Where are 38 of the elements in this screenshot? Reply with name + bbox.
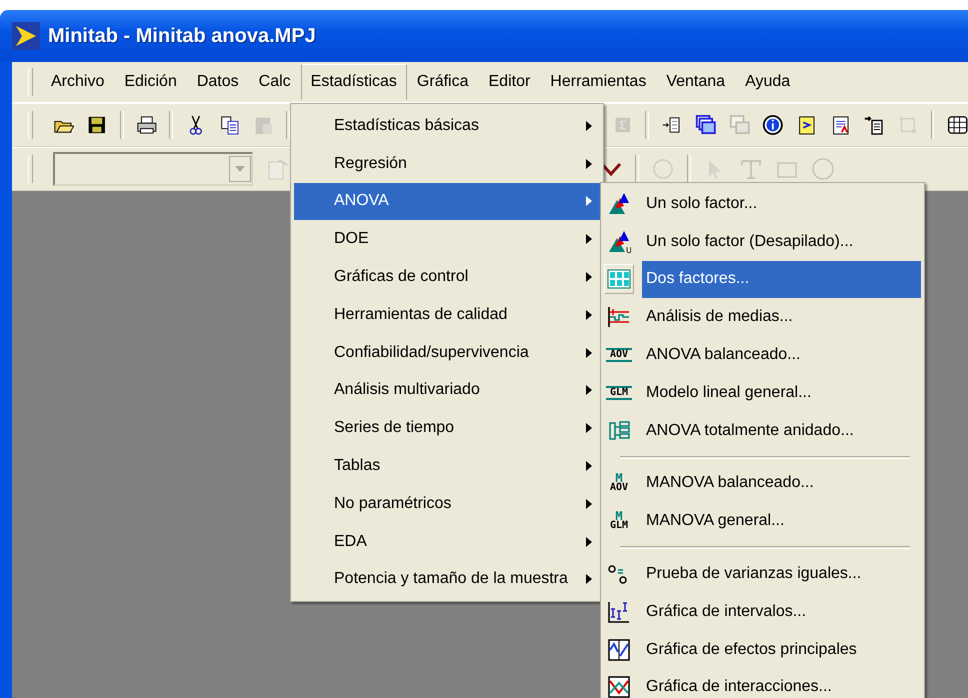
menu-item[interactable]: Herramientas de calidad bbox=[294, 296, 600, 334]
window-title: Minitab - Minitab anova.MPJ bbox=[48, 24, 316, 48]
menu-item[interactable]: Regresión bbox=[294, 144, 600, 183]
menu-item[interactable]: Series de tiempo bbox=[294, 409, 600, 448]
menu-item[interactable]: DOE bbox=[294, 220, 600, 258]
menu-item[interactable]: Herramientas bbox=[540, 64, 656, 100]
menu-item[interactable]: MANOVA balanceado... bbox=[642, 464, 921, 502]
menu-item[interactable]: Confiabilidad/supervivencia bbox=[294, 334, 600, 372]
menu-item[interactable]: Prueba de varianzas iguales... bbox=[642, 555, 921, 593]
menu-item[interactable]: Modelo lineal general... bbox=[642, 374, 921, 412]
menu-item[interactable]: ANOVA balanceado... bbox=[642, 336, 921, 374]
menu-item[interactable]: Análisis de medias... bbox=[642, 298, 921, 336]
menu-item[interactable]: Datos bbox=[186, 64, 249, 100]
menu-item[interactable]: Gráfica de intervalos... bbox=[642, 592, 921, 631]
menu-item[interactable]: Edición bbox=[114, 64, 187, 100]
menu-item[interactable]: Tablas bbox=[294, 447, 600, 485]
menu-item[interactable]: Editor bbox=[478, 64, 540, 100]
manova-icon: M GLM bbox=[604, 506, 634, 536]
menu-item[interactable]: Un solo factor (Desapilado)... bbox=[642, 222, 921, 261]
menu-item[interactable]: Dos factores... bbox=[642, 260, 921, 298]
menu-item[interactable]: ANOVA bbox=[294, 182, 600, 220]
menu-item[interactable]: Gráfica bbox=[406, 64, 478, 100]
manova-icon: M AOV bbox=[604, 468, 634, 498]
menu-item[interactable]: Gráfica de interacciones... bbox=[642, 668, 921, 698]
menu-item[interactable]: Ayuda bbox=[735, 64, 800, 100]
menu-item[interactable]: Calc bbox=[248, 64, 301, 100]
menu-item[interactable]: Análisis multivariado bbox=[294, 372, 600, 410]
menu-item[interactable]: MANOVA general... bbox=[642, 502, 921, 540]
menu-item[interactable]: No paramétricos bbox=[294, 484, 600, 523]
menu-item[interactable]: Potencia y tamaño de la muestra bbox=[294, 560, 600, 598]
menu-item[interactable]: ANOVA totalmente anidado... bbox=[642, 412, 921, 450]
menu-item[interactable]: Gráficas de control bbox=[294, 258, 600, 296]
menu-item[interactable]: Ventana bbox=[656, 64, 736, 100]
menu-item[interactable]: Archivo bbox=[41, 64, 114, 100]
menu-item[interactable]: Un solo factor... bbox=[642, 185, 921, 223]
menu-item[interactable]: EDA bbox=[294, 522, 600, 561]
menu-item[interactable]: Gráfica de efectos principales bbox=[642, 630, 921, 669]
menu-item[interactable]: Estadísticas bbox=[300, 64, 407, 100]
